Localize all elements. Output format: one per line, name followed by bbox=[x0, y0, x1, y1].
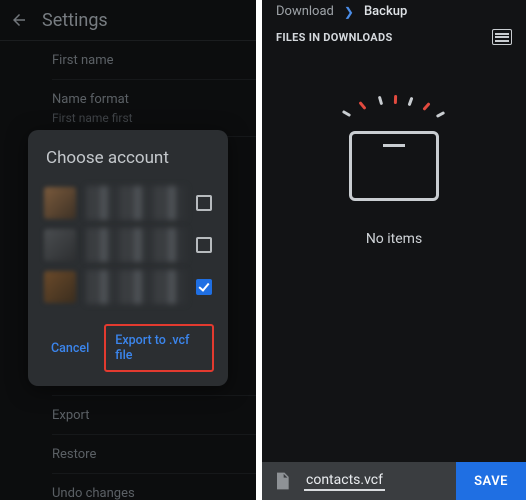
spark-decoration-icon bbox=[339, 95, 449, 125]
section-label: FILES IN DOWNLOADS bbox=[276, 31, 393, 44]
avatar bbox=[44, 271, 76, 303]
settings-item[interactable]: Name format First name first bbox=[52, 79, 256, 136]
settings-header: Settings bbox=[0, 0, 256, 40]
dialog-title: Choose account bbox=[46, 148, 210, 168]
cancel-button[interactable]: Cancel bbox=[42, 334, 98, 363]
account-checkbox[interactable] bbox=[196, 279, 212, 295]
account-row[interactable] bbox=[42, 182, 214, 224]
view-toggle-icon[interactable] bbox=[492, 29, 512, 45]
account-name-redacted bbox=[86, 270, 186, 304]
left-phone: Settings First name Name format First na… bbox=[0, 0, 262, 500]
choose-account-dialog: Choose account Cancel Export to .vcf fil… bbox=[28, 130, 228, 386]
avatar bbox=[44, 187, 76, 219]
breadcrumb-current: Backup bbox=[364, 4, 407, 19]
empty-box-icon bbox=[349, 131, 439, 201]
settings-item[interactable]: Restore bbox=[52, 434, 256, 473]
account-name-redacted bbox=[86, 186, 186, 220]
filename-text: contacts.vcf bbox=[304, 472, 385, 491]
settings-item[interactable]: Undo changes bbox=[52, 473, 256, 500]
dialog-actions: Cancel Export to .vcf file bbox=[42, 324, 214, 372]
section-header: FILES IN DOWNLOADS bbox=[262, 21, 526, 55]
empty-state: No items bbox=[262, 95, 526, 247]
settings-item-label: Export bbox=[52, 408, 256, 423]
chevron-right-icon: ❯ bbox=[344, 5, 354, 19]
account-row[interactable] bbox=[42, 266, 214, 308]
save-bar: contacts.vcf SAVE bbox=[262, 462, 526, 500]
filename-field[interactable]: contacts.vcf bbox=[304, 472, 446, 491]
account-checkbox[interactable] bbox=[196, 237, 212, 253]
back-arrow-icon[interactable] bbox=[10, 11, 28, 29]
save-button[interactable]: SAVE bbox=[456, 462, 526, 500]
settings-item-label: Undo changes bbox=[52, 486, 256, 500]
settings-item-sub: First name first bbox=[52, 111, 256, 125]
settings-item[interactable]: Export bbox=[52, 395, 256, 434]
settings-item[interactable]: First name bbox=[52, 41, 256, 79]
settings-item-label: Name format bbox=[52, 92, 256, 107]
empty-text: No items bbox=[262, 231, 526, 247]
settings-item-label: Restore bbox=[52, 447, 256, 462]
breadcrumb-parent[interactable]: Download bbox=[276, 4, 334, 19]
account-checkbox[interactable] bbox=[196, 195, 212, 211]
avatar bbox=[44, 229, 76, 261]
account-row[interactable] bbox=[42, 224, 214, 266]
breadcrumb: Download ❯ Backup bbox=[262, 0, 526, 21]
document-icon bbox=[270, 469, 294, 493]
right-phone: Download ❯ Backup FILES IN DOWNLOADS No … bbox=[262, 0, 526, 500]
account-name-redacted bbox=[86, 228, 186, 262]
settings-item-label: First name bbox=[52, 53, 256, 68]
export-vcf-button[interactable]: Export to .vcf file bbox=[104, 324, 214, 372]
settings-title: Settings bbox=[42, 10, 108, 31]
